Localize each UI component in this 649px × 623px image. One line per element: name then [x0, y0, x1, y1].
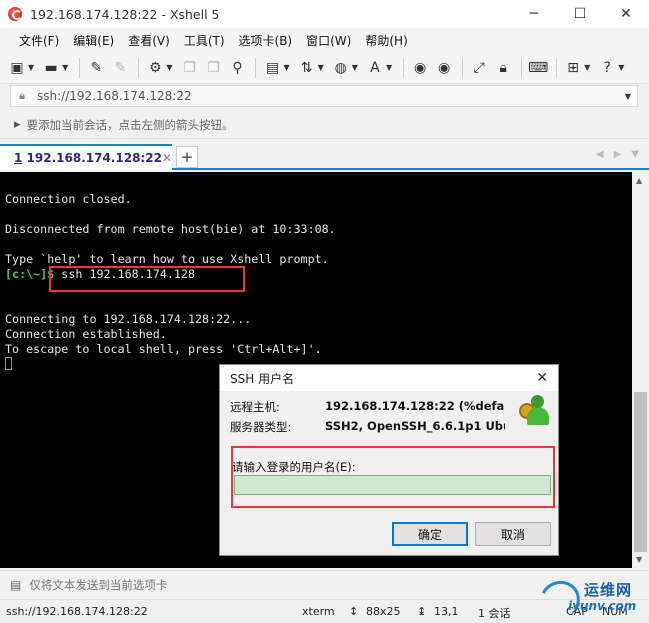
terminal-cursor — [5, 357, 12, 370]
help-icon[interactable]: ? — [596, 57, 618, 79]
command-highlight-box — [49, 266, 245, 292]
tab-list-icon[interactable]: ▼ — [631, 149, 639, 160]
status-sessions: 1 会话 — [478, 607, 511, 620]
paste-icon[interactable]: ❐ — [202, 57, 224, 79]
copy-icon[interactable]: ❐ — [178, 57, 200, 79]
reconnect-icon[interactable]: ✎ — [85, 57, 107, 79]
status-position: 13,1 — [434, 605, 459, 618]
watermark-logo: 运维网 iyunv.com — [534, 575, 640, 623]
address-input[interactable]: ssh://192.168.174.128:22 — [37, 89, 619, 103]
tab-next-icon[interactable]: ▶ — [614, 149, 622, 160]
remote-host-value: 192.168.174.128:22 (%default%) — [325, 399, 505, 413]
scroll-up-icon[interactable]: ▲ — [636, 176, 642, 185]
fullscreen-icon[interactable]: ⤢ — [468, 57, 490, 79]
ok-button[interactable]: 确定 — [392, 522, 468, 546]
server-type-label: 服务器类型: — [230, 420, 292, 434]
globe-dropdown-icon[interactable]: ▼ — [352, 63, 358, 72]
transfer-dropdown-icon[interactable]: ▼ — [318, 63, 324, 72]
menu-edit[interactable]: 编辑(E) — [66, 32, 121, 49]
scroll-thumb[interactable] — [634, 392, 647, 552]
dialog-title: SSH 用户名 — [230, 371, 295, 386]
print-icon[interactable]: ▤ — [261, 57, 283, 79]
font-icon[interactable]: A — [364, 57, 386, 79]
close-button[interactable]: ✕ — [603, 0, 649, 28]
menu-tools[interactable]: 工具(T) — [177, 32, 232, 49]
status-terminal-type: xterm — [302, 605, 335, 618]
server-type-value: SSH2, OpenSSH_6.6.1p1 Ubuntu — [325, 419, 505, 433]
dialog-close-icon[interactable]: ✕ — [536, 370, 548, 386]
globe-icon[interactable]: ◍ — [330, 57, 352, 79]
watermark-text: 运维网 — [584, 581, 633, 599]
open-folder-icon[interactable]: ▬ — [40, 57, 62, 79]
session-hint-bar: ▸ 要添加当前会话，点击左侧的箭头按钮。 — [0, 111, 649, 139]
cancel-button[interactable]: 取消 — [475, 522, 551, 546]
tab-close-icon[interactable]: ✕ — [162, 151, 172, 165]
add-dropdown-icon[interactable]: ▼ — [584, 63, 590, 72]
arrow-bookmark-icon[interactable]: ▸ — [14, 117, 21, 132]
add-icon[interactable]: ⊞ — [562, 57, 584, 79]
find-icon[interactable]: ⚲ — [226, 57, 248, 79]
menu-view[interactable]: 查看(V) — [121, 32, 177, 49]
toolbar: ▣ ▼ ▬ ▼ ✎ ✎ ⚙ ▼ ❐ ❐ ⚲ ▤ ▼ ⇅ ▼ ◍ ▼ A ▼ ◉ … — [0, 52, 649, 84]
remote-host-label: 远程主机: — [230, 400, 280, 414]
xshell-logo-icon — [8, 7, 22, 21]
username-highlight-box — [231, 446, 555, 508]
watermark-url: iyunv.com — [568, 599, 637, 613]
menu-tabs[interactable]: 选项卡(B) — [232, 32, 300, 49]
cursor-position-icon: ↨ — [417, 605, 427, 618]
shell-prompt: [c:\~]$ — [5, 267, 55, 281]
terminal-size-icon: ↕ — [349, 605, 359, 618]
terminal-line: Disconnected from remote host(bie) at 10… — [5, 222, 336, 236]
keyboard-icon[interactable]: ⌨ — [527, 57, 549, 79]
dialog-title-bar: SSH 用户名 ✕ — [220, 365, 558, 391]
padlock-icon: 🔒︎ — [19, 89, 25, 102]
compose-icon[interactable]: ▤ — [10, 578, 21, 592]
xftp-alt-icon[interactable]: ◉ — [433, 57, 455, 79]
tab-bar: 1 192.168.174.128:22 ✕ + ◀ ▶ ▼ — [0, 140, 649, 170]
tab-prev-icon[interactable]: ◀ — [596, 149, 604, 160]
address-dropdown-icon[interactable]: ▼ — [619, 92, 637, 101]
status-size: 88x25 — [366, 605, 401, 618]
status-connection: ssh://192.168.174.128:22 — [6, 605, 148, 618]
properties-dropdown-icon[interactable]: ▼ — [166, 63, 172, 72]
new-session-dropdown-icon[interactable]: ▼ — [28, 63, 34, 72]
terminal-line: Connection closed. — [5, 192, 132, 206]
terminal-line: To escape to local shell, press 'Ctrl+Al… — [5, 342, 322, 356]
minimize-button[interactable]: ─ — [511, 0, 557, 28]
hint-text: 要添加当前会话，点击左侧的箭头按钮。 — [26, 117, 234, 132]
menu-window[interactable]: 窗口(W) — [299, 32, 358, 49]
tab-label: 1 192.168.174.128:22 — [14, 151, 162, 165]
title-bar: 192.168.174.128:22 - Xshell 5 ─ ☐ ✕ — [0, 0, 649, 28]
lock-icon[interactable]: 🔒︎ — [492, 57, 514, 79]
properties-icon[interactable]: ⚙ — [144, 57, 166, 79]
address-bar[interactable]: 🔒︎ ssh://192.168.174.128:22 ▼ — [10, 85, 638, 107]
user-key-icon — [517, 393, 551, 427]
menu-file[interactable]: 文件(F) — [12, 32, 66, 49]
window-title: 192.168.174.128:22 - Xshell 5 — [30, 6, 220, 22]
new-tab-button[interactable]: + — [176, 146, 198, 168]
terminal-line: Connection established. — [5, 327, 167, 341]
tab-session-1[interactable]: 1 192.168.174.128:22 ✕ — [0, 144, 172, 170]
ssh-username-dialog: SSH 用户名 ✕ 远程主机: 192.168.174.128:22 (%def… — [219, 364, 559, 556]
scroll-down-icon[interactable]: ▼ — [636, 555, 642, 564]
transfer-icon[interactable]: ⇅ — [296, 57, 318, 79]
xftp-icon[interactable]: ◉ — [409, 57, 431, 79]
print-dropdown-icon[interactable]: ▼ — [283, 63, 289, 72]
open-dropdown-icon[interactable]: ▼ — [62, 63, 68, 72]
disconnect-icon[interactable]: ✎ — [109, 57, 131, 79]
new-session-icon[interactable]: ▣ — [6, 57, 28, 79]
terminal-line: Connecting to 192.168.174.128:22... — [5, 312, 252, 326]
terminal-line: Type `help' to learn how to use Xshell p… — [5, 252, 329, 266]
compose-input[interactable]: 仅将文本发送到当前选项卡 — [29, 577, 167, 593]
terminal-scrollbar[interactable]: ▲ ▼ — [632, 172, 649, 568]
font-dropdown-icon[interactable]: ▼ — [386, 63, 392, 72]
maximize-button[interactable]: ☐ — [557, 0, 603, 28]
menu-help[interactable]: 帮助(H) — [358, 32, 414, 49]
menu-bar: 文件(F) 编辑(E) 查看(V) 工具(T) 选项卡(B) 窗口(W) 帮助(… — [0, 28, 649, 52]
help-dropdown-icon[interactable]: ▼ — [618, 63, 624, 72]
